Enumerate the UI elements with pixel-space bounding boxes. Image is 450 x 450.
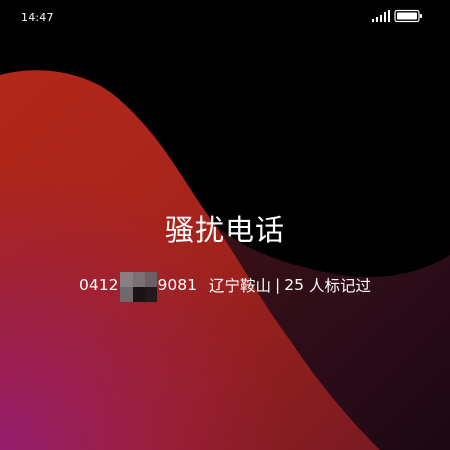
report-label: 人标记过 [308,277,371,295]
details-separator: | [274,276,281,294]
signal-bars-icon [372,10,390,22]
wallpaper-magenta-glow [0,70,380,450]
number-redaction-mask [119,272,157,302]
caller-details: 0412 9081 辽宁鞍山 | 25 人标记过 [0,270,450,302]
phone-number-prefix: 0412 [79,276,119,294]
status-time: 14:47 [21,11,54,24]
incoming-call-screen: 14:47 骚扰电话 0412 9081 辽宁鞍山 | 25 人标记过 [0,0,450,450]
caller-location: 辽宁鞍山 [208,277,271,295]
report-count: 25 [284,276,304,294]
battery-icon [394,9,422,23]
phone-number-suffix: 9081 [157,276,197,294]
caller-label: 骚扰电话 [164,213,285,247]
status-bar: 14:47 [0,0,450,34]
